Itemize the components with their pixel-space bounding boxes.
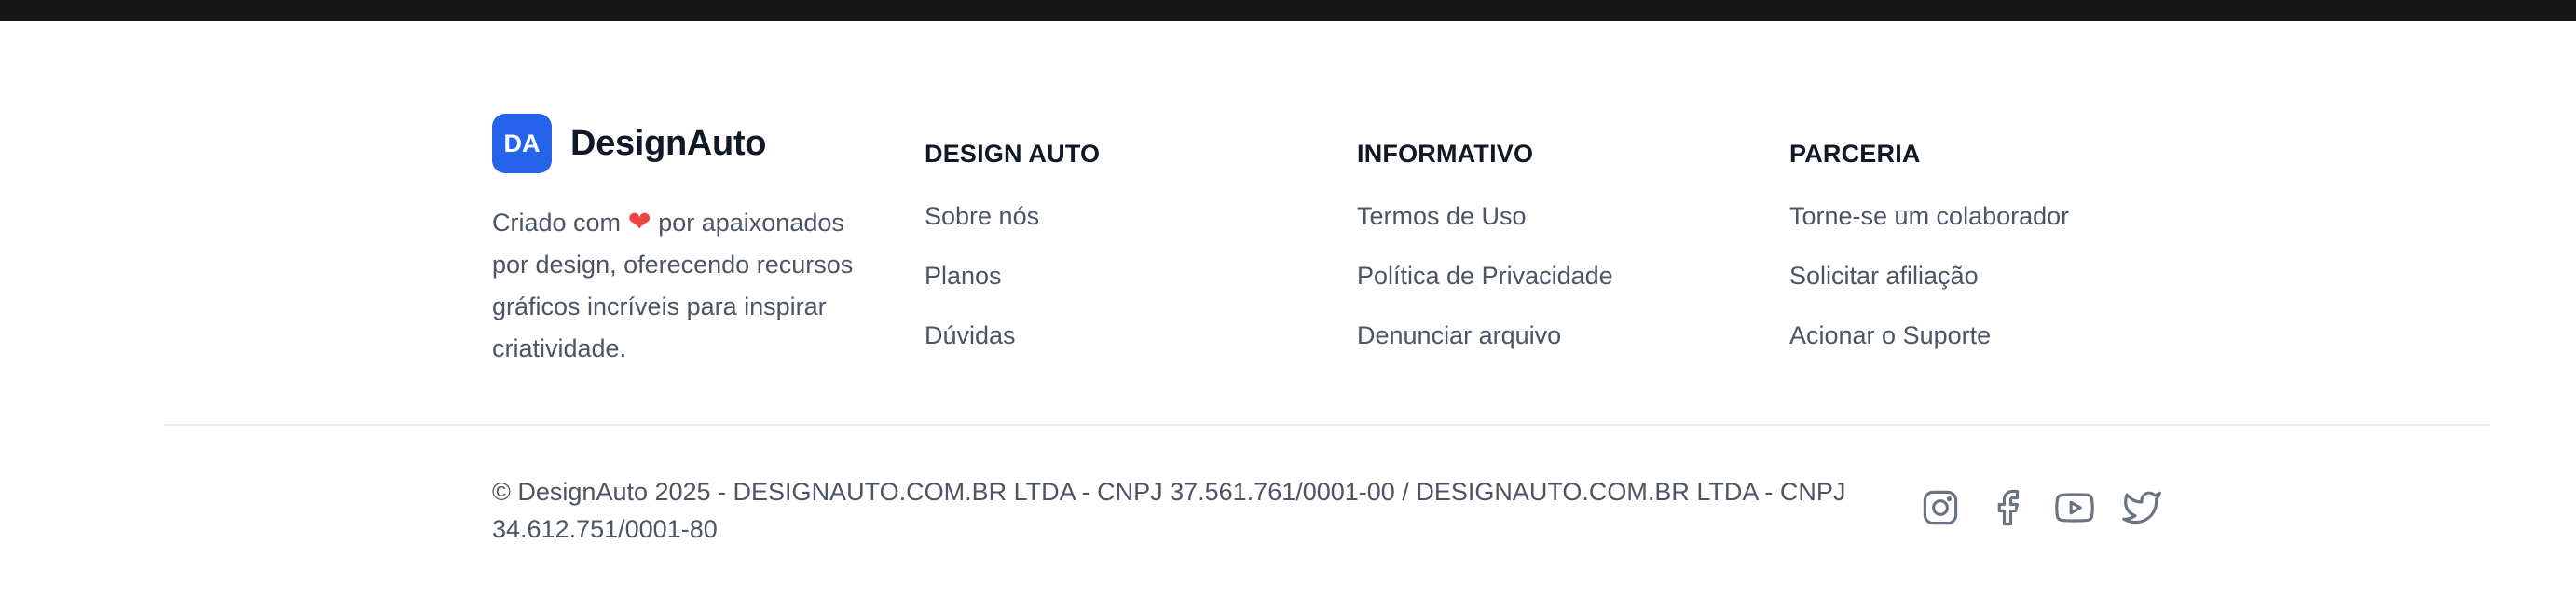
list-item: Denunciar arquivo — [1357, 320, 1613, 379]
link-termos-de-uso[interactable]: Termos de Uso — [1357, 202, 1527, 230]
heart-icon: ❤ — [627, 207, 651, 238]
twitter-icon[interactable] — [2121, 487, 2162, 528]
link-list: Sobre nós Planos Dúvidas — [925, 200, 1100, 379]
facebook-icon[interactable] — [1987, 487, 2028, 528]
list-item: Planos — [925, 260, 1100, 320]
column-title: DESIGN AUTO — [925, 140, 1101, 168]
tagline-before: Criado com — [492, 209, 622, 237]
link-politica-privacidade[interactable]: Política de Privacidade — [1357, 262, 1613, 290]
footer-column-parceria: PARCERIA Torne-se um colaborador Solicit… — [1789, 135, 2069, 379]
link-solicitar-afiliacao[interactable]: Solicitar afiliação — [1789, 262, 1979, 290]
link-planos[interactable]: Planos — [925, 262, 1002, 290]
social-links — [1920, 487, 2162, 528]
list-item: Acionar o Suporte — [1789, 320, 2069, 379]
copyright-text: © DesignAuto 2025 - DESIGNAUTO.COM.BR LT… — [492, 478, 1846, 543]
brand-logo-link[interactable]: DA DesignAuto — [492, 114, 884, 173]
footer-column-design-auto: DESIGN AUTO Sobre nós Planos Dúvidas — [925, 135, 1100, 379]
column-title: INFORMATIVO — [1357, 140, 1534, 168]
list-item: Torne-se um colaborador — [1789, 200, 2069, 260]
link-duvidas[interactable]: Dúvidas — [925, 321, 1016, 349]
link-list: Torne-se um colaborador Solicitar afilia… — [1789, 200, 2069, 379]
list-item: Política de Privacidade — [1357, 260, 1613, 320]
instagram-icon[interactable] — [1920, 487, 1961, 528]
logo-badge: DA — [492, 114, 552, 173]
list-item: Solicitar afiliação — [1789, 260, 2069, 320]
footer-column-informativo: INFORMATIVO Termos de Uso Política de Pr… — [1357, 135, 1613, 379]
site-footer: DA DesignAuto Criado com ❤ por apaixonad… — [0, 21, 2576, 612]
list-item: Termos de Uso — [1357, 200, 1613, 260]
link-denunciar-arquivo[interactable]: Denunciar arquivo — [1357, 321, 1561, 349]
footer-divider — [164, 424, 2490, 426]
link-torne-se-colaborador[interactable]: Torne-se um colaborador — [1789, 202, 2069, 230]
top-bar — [0, 0, 2576, 21]
link-sobre-nos[interactable]: Sobre nós — [925, 202, 1039, 230]
list-item: Sobre nós — [925, 200, 1100, 260]
list-item: Dúvidas — [925, 320, 1100, 379]
link-acionar-suporte[interactable]: Acionar o Suporte — [1789, 321, 1991, 349]
column-title: PARCERIA — [1789, 140, 1921, 168]
brand-tagline: Criado com ❤ por apaixonados por design,… — [492, 201, 884, 370]
brand-name: DesignAuto — [570, 123, 767, 163]
link-list: Termos de Uso Política de Privacidade De… — [1357, 200, 1613, 379]
youtube-icon[interactable] — [2054, 487, 2095, 528]
brand-column: DA DesignAuto Criado com ❤ por apaixonad… — [492, 114, 884, 370]
